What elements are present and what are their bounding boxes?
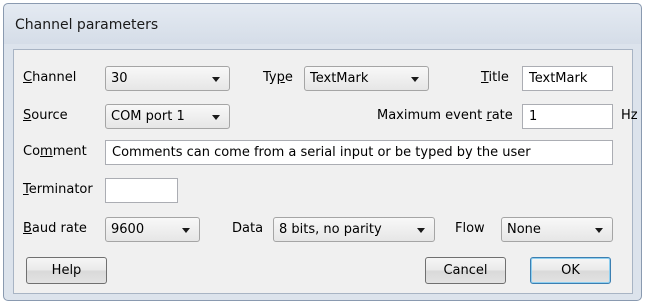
window-title: Channel parameters bbox=[15, 17, 159, 33]
chevron-down-icon bbox=[417, 228, 425, 233]
flow-dropdown[interactable]: None bbox=[501, 217, 613, 242]
max-event-rate-label: Maximum event rate bbox=[377, 108, 513, 123]
baud-rate-dropdown[interactable]: 9600 bbox=[105, 217, 200, 242]
source-label: Source bbox=[23, 108, 68, 123]
chevron-down-icon bbox=[595, 228, 603, 233]
cancel-button[interactable]: Cancel bbox=[425, 257, 506, 284]
max-event-rate-input[interactable]: 1 bbox=[522, 104, 613, 129]
comment-label: Comment bbox=[23, 144, 87, 159]
terminator-label: Terminator bbox=[23, 182, 93, 197]
baud-rate-value: 9600 bbox=[111, 222, 145, 237]
data-dropdown[interactable]: 8 bits, no parity bbox=[273, 217, 435, 242]
chevron-down-icon bbox=[411, 77, 419, 82]
rate-unit-label: Hz bbox=[621, 108, 638, 123]
ok-button[interactable]: OK bbox=[530, 257, 611, 284]
dialog-content: Channel 30 Type TextMark Title TextMark … bbox=[13, 49, 638, 294]
channel-label: Channel bbox=[23, 70, 77, 85]
type-value: TextMark bbox=[310, 71, 369, 86]
channel-value: 30 bbox=[111, 71, 128, 86]
title-bar[interactable]: Channel parameters bbox=[4, 4, 641, 44]
chevron-down-icon bbox=[212, 77, 220, 82]
title-label: Title bbox=[481, 70, 509, 85]
max-event-rate-value: 1 bbox=[529, 109, 538, 124]
data-label: Data bbox=[232, 221, 264, 236]
type-label: Type bbox=[263, 70, 293, 85]
data-value: 8 bits, no parity bbox=[279, 222, 382, 237]
flow-value: None bbox=[507, 222, 541, 237]
type-dropdown[interactable]: TextMark bbox=[304, 66, 429, 91]
source-dropdown[interactable]: COM port 1 bbox=[105, 104, 230, 129]
channel-dropdown[interactable]: 30 bbox=[105, 66, 230, 91]
chevron-down-icon bbox=[182, 228, 190, 233]
title-value: TextMark bbox=[529, 71, 588, 86]
comment-input[interactable]: Comments can come from a serial input or… bbox=[105, 140, 613, 165]
flow-label: Flow bbox=[455, 221, 485, 236]
source-value: COM port 1 bbox=[111, 109, 185, 124]
baud-rate-label: Baud rate bbox=[23, 221, 87, 236]
terminator-input[interactable] bbox=[105, 178, 178, 203]
title-input[interactable]: TextMark bbox=[522, 66, 613, 91]
help-button[interactable]: Help bbox=[26, 257, 107, 284]
comment-value: Comments can come from a serial input or… bbox=[112, 145, 531, 160]
dialog-window: Channel parameters Channel 30 Type TextM… bbox=[3, 3, 642, 301]
chevron-down-icon bbox=[212, 115, 220, 120]
